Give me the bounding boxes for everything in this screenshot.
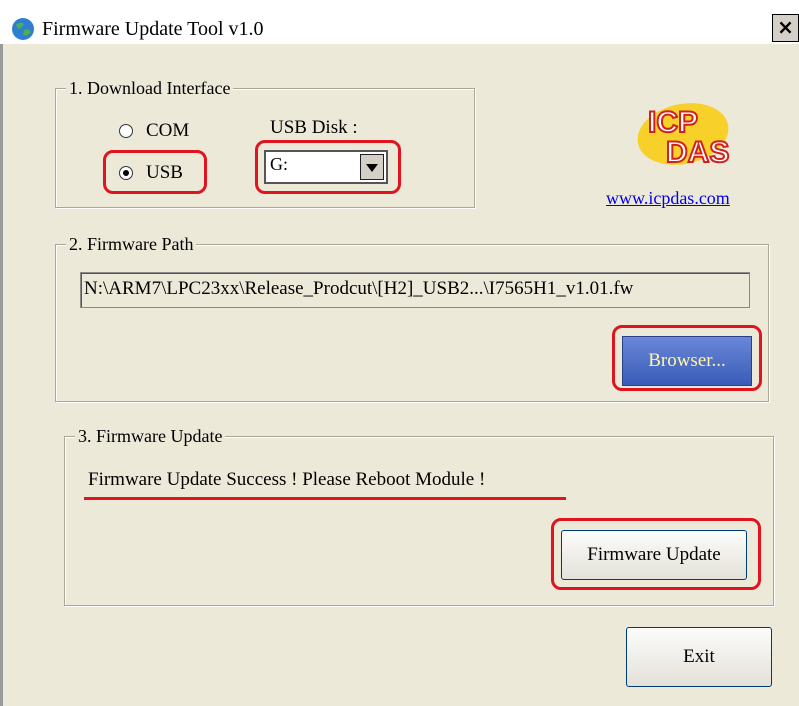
icpdas-link[interactable]: www.icpdas.com [606, 188, 730, 209]
update-status-text: Firmware Update Success ! Please Reboot … [88, 469, 486, 490]
usb-highlight [103, 150, 207, 194]
download-interface-legend: 1. Download Interface [66, 76, 234, 100]
usb-disk-label: USB Disk : [270, 117, 358, 138]
firmware-update-legend: 3. Firmware Update [75, 424, 226, 448]
com-label: COM [146, 120, 190, 141]
window-title: Firmware Update Tool v1.0 [42, 18, 264, 40]
firmware-update-highlight [551, 518, 761, 590]
browse-highlight [612, 325, 762, 391]
com-radio[interactable] [119, 124, 133, 138]
logo-text-top: ICP [648, 106, 698, 139]
usb-disk-highlight [255, 140, 401, 194]
logo-text-bottom: DAS [666, 136, 729, 169]
firmware-path-field[interactable]: N:\ARM7\LPC23xx\Release_Prodcut\[H2]_USB… [80, 272, 750, 308]
globe-icon [12, 18, 34, 40]
icpdas-logo-icon: ICP DAS [637, 103, 730, 170]
app-window: Firmware Update Tool v1.0 × 1. Download … [0, 0, 799, 706]
status-underline [84, 497, 566, 500]
close-button[interactable]: × [772, 14, 799, 42]
window-edge [0, 44, 3, 706]
exit-button[interactable]: Exit [626, 627, 772, 687]
firmware-path-legend: 2. Firmware Path [66, 232, 197, 256]
